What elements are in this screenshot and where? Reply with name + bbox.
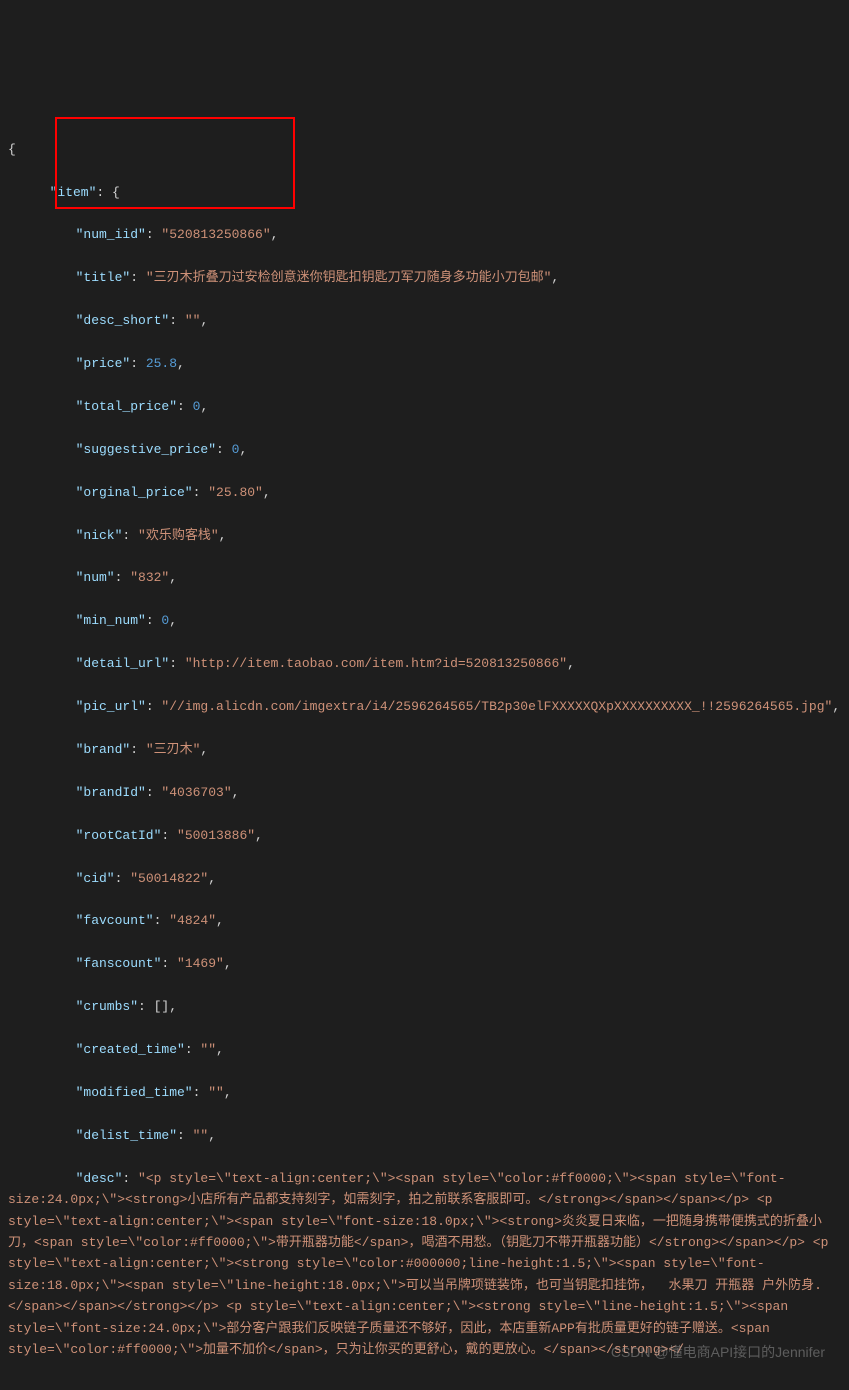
key-desc_short: "desc_short"	[76, 313, 170, 328]
punct: : {	[96, 185, 119, 200]
key-orginal_price: "orginal_price"	[76, 485, 193, 500]
key-brandId: "brandId"	[76, 785, 146, 800]
val-created_time: ""	[200, 1042, 216, 1057]
val-delist_time: ""	[193, 1128, 209, 1143]
key-favcount: "favcount"	[76, 913, 154, 928]
val-rootCatId: "50013886"	[177, 828, 255, 843]
key-num_iid: "num_iid"	[76, 227, 146, 242]
key-brand: "brand"	[76, 742, 131, 757]
key-suggestive_price: "suggestive_price"	[76, 442, 216, 457]
val-cid: "50014822"	[130, 871, 208, 886]
key-min_num: "min_num"	[76, 613, 146, 628]
key-nick: "nick"	[76, 528, 123, 543]
key-rootCatId: "rootCatId"	[76, 828, 162, 843]
key-fanscount: "fanscount"	[76, 956, 162, 971]
key-crumbs: "crumbs"	[76, 999, 138, 1014]
key-pic_url: "pic_url"	[76, 699, 146, 714]
val-title: "三刃木折叠刀过安检创意迷你钥匙扣钥匙刀军刀随身多功能小刀包邮"	[146, 270, 552, 285]
val-brandId: "4036703"	[161, 785, 231, 800]
key-created_time: "created_time"	[76, 1042, 185, 1057]
key-desc: "desc"	[76, 1171, 123, 1186]
val-num_iid: "520813250866"	[161, 227, 270, 242]
val-num: "832"	[130, 570, 169, 585]
val-detail_url: "http://item.taobao.com/item.htm?id=5208…	[185, 656, 567, 671]
json-code-block: CSDN @懂电商API接口的Jennifer { "item": { "num…	[0, 0, 849, 1390]
key-detail_url: "detail_url"	[76, 656, 170, 671]
key-item: "item"	[50, 185, 97, 200]
val-price: 25.8	[146, 356, 177, 371]
val-desc_short: ""	[185, 313, 201, 328]
key-total_price: "total_price"	[76, 399, 177, 414]
val-crumbs: []	[154, 999, 170, 1014]
brace-open: {	[8, 142, 16, 157]
val-favcount: "4824"	[169, 913, 216, 928]
val-pic_url: "//img.alicdn.com/imgextra/i4/2596264565…	[161, 699, 832, 714]
val-orginal_price: "25.80"	[208, 485, 263, 500]
key-delist_time: "delist_time"	[76, 1128, 177, 1143]
val-desc: "<p style=\"text-align:center;\"><span s…	[8, 1171, 836, 1358]
val-fanscount: "1469"	[177, 956, 224, 971]
val-brand: "三刃木"	[146, 742, 201, 757]
key-price: "price"	[76, 356, 131, 371]
key-num: "num"	[76, 570, 115, 585]
key-modified_time: "modified_time"	[76, 1085, 193, 1100]
val-nick: "欢乐购客栈"	[138, 528, 219, 543]
key-title: "title"	[76, 270, 131, 285]
key-cid: "cid"	[76, 871, 115, 886]
val-modified_time: ""	[208, 1085, 224, 1100]
